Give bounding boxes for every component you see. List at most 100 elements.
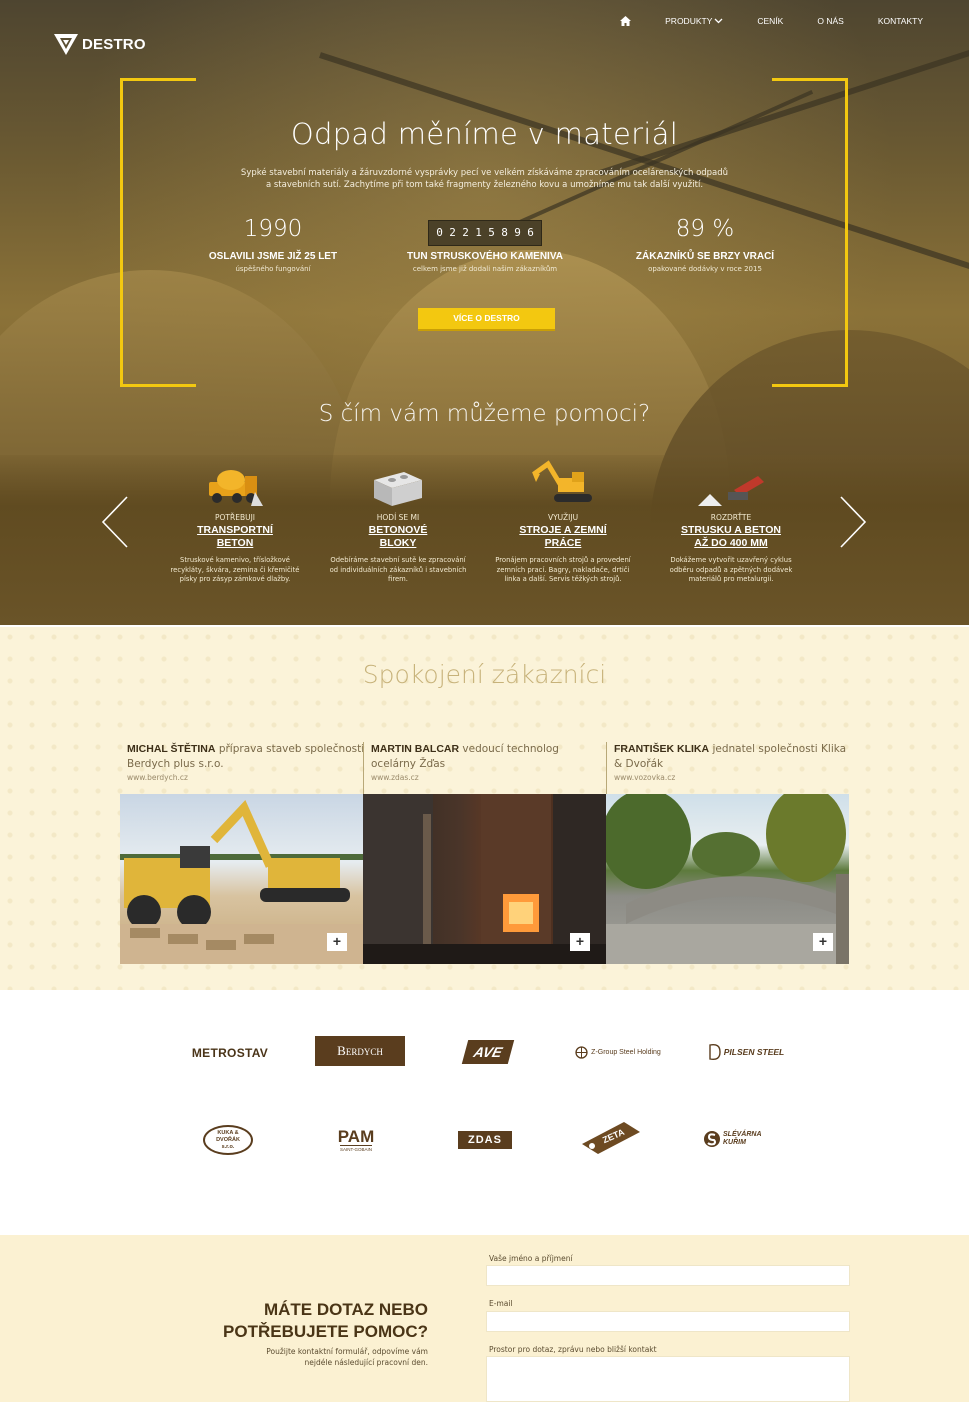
contact-heading-line2: POTŘEBUJETE POMOC? (223, 1322, 428, 1341)
service-name-line2: BLOKY (379, 537, 417, 549)
expand-photo-button[interactable]: + (327, 933, 347, 951)
logo-zgroup[interactable]: Z-Group Steel Holding (568, 1044, 668, 1060)
nav-contacts[interactable]: KONTAKTY (878, 16, 923, 26)
counter-digit: 9 (514, 226, 521, 239)
email-field-label: E-mail (489, 1299, 513, 1308)
more-about-button[interactable]: VÍCE O DESTRO (418, 308, 555, 329)
logo-pam-subtext: SAINT-GOBAIN (339, 1145, 372, 1152)
stat-years-label: OSLAVILI JSME JIŽ 25 LET (208, 251, 338, 262)
logo-pilsen-steel[interactable]: PILSEN STEEL (705, 1040, 787, 1064)
nav-pricing[interactable]: CENÍK (757, 16, 783, 26)
service-name[interactable]: BETONOVÉ BLOKY (323, 524, 473, 550)
brand-name: DESTRO (82, 35, 146, 53)
stat-tons-note: celkem jsme již dodali našim zákazníkům (412, 265, 558, 273)
service-concrete-blocks[interactable]: HODÍ SE MI BETONOVÉ BLOKY Odebíráme stav… (323, 458, 473, 585)
service-name-line2: AŽ DO 400 mm (694, 537, 768, 549)
logo-zdas[interactable]: ZDAS (458, 1131, 512, 1149)
logo-zeta[interactable]: ZETA (580, 1118, 642, 1158)
logo-ave[interactable]: AVE (461, 1040, 515, 1064)
service-desc: Dokážeme vytvořit uzavřený cyklus odběru… (669, 556, 793, 583)
contact-text-line1: Použijte kontaktní formulář, odpovíme vá… (266, 1347, 428, 1356)
service-crushing[interactable]: ROZDRŤTE STRUSKU A BETON AŽ DO 400 mm Do… (656, 458, 806, 585)
testimonial-name: MARTIN BALCAR (371, 743, 460, 755)
testimonial-photo-paving[interactable]: + (606, 794, 849, 964)
hero-section: DESTRO PRODUKTY CENÍK O NÁS KONTAKTY Odp… (0, 0, 969, 625)
hero-subtitle: Sypké stavební materiály a žáruvzdorné v… (230, 167, 739, 191)
service-name[interactable]: TRANSPORTNÍ BETON (160, 524, 310, 550)
nav-products-label: PRODUKTY (665, 16, 713, 26)
service-pre: HODÍ SE MI (376, 513, 420, 522)
service-name-line2: PRÁCE (544, 537, 582, 549)
concrete-block-icon (323, 458, 473, 508)
service-machines[interactable]: VYUŽIJU STROJE A ZEMNÍ PRÁCE Pronájem pr… (488, 458, 638, 585)
pilsen-emblem-icon (709, 1043, 721, 1061)
stat-returning-label: ZÁKAZNÍKŮ SE BRZY VRACÍ (635, 251, 775, 262)
zgroup-globe-icon (575, 1045, 588, 1059)
carousel-next-arrow-icon[interactable] (839, 496, 867, 548)
logo-kuka-dvorak[interactable]: KUKA & DVOŘÁK s.r.o. (203, 1125, 253, 1155)
nav-about[interactable]: O NÁS (817, 16, 843, 26)
nav-products[interactable]: PRODUKTY (665, 16, 723, 26)
email-field[interactable] (486, 1311, 850, 1332)
message-field-label: Prostor pro dotaz, zprávu nebo bližší ko… (489, 1345, 657, 1354)
main-nav: PRODUKTY CENÍK O NÁS KONTAKTY (620, 16, 923, 26)
service-transport-concrete[interactable]: POTŘEBUJI TRANSPORTNÍ BETON Struskové ka… (160, 458, 310, 585)
testimonial-url[interactable]: www.berdych.cz (127, 773, 370, 782)
nav-home[interactable] (620, 16, 632, 26)
hero-title: Odpad měníme v materiál (290, 117, 679, 151)
logo-berdych[interactable]: Berdych (315, 1036, 405, 1066)
testimonial-who: MARTIN BALCAR vedoucí technolog ocelárny… (371, 742, 606, 772)
counter-digit: 2 (449, 226, 456, 239)
message-field[interactable] (486, 1356, 850, 1402)
crusher-icon (656, 458, 806, 508)
help-section-title: S čím vám můžeme pomoci? (318, 401, 651, 427)
hero-subtitle-line2: a stavebních sutí. Zachytíme při tom tak… (265, 180, 704, 190)
stat-years-value: 1990 (243, 216, 303, 242)
hero-subtitle-line1: Sypké stavební materiály a žáruvzdorné v… (240, 168, 729, 178)
counter-digit: 0 (436, 226, 443, 239)
logo-slevarna-kurim[interactable]: SLÉVÁRNA KUŘIM (702, 1127, 774, 1151)
name-field[interactable] (486, 1265, 850, 1286)
expand-photo-button[interactable]: + (813, 933, 833, 951)
service-pre: POTŘEBUJI (214, 513, 256, 522)
chevron-down-icon (714, 18, 723, 24)
stat-returning: 89 % ZÁKAZNÍKŮ SE BRZY VRACÍ opakované d… (610, 213, 800, 273)
brand-logo[interactable]: DESTRO (53, 31, 153, 57)
destro-logo-icon (54, 34, 78, 55)
partner-logos-section: METROSTAV Berdych AVE Z-Group Steel Hold… (0, 990, 969, 1235)
testimonial-photo-construction[interactable]: + (120, 794, 363, 964)
testimonial-url[interactable]: www.vozovka.cz (614, 773, 849, 782)
name-field-label: Vaše jméno a příjmení (489, 1254, 573, 1263)
carousel-prev-arrow-icon[interactable] (101, 496, 129, 548)
contact-heading: MÁTE DOTAZ NEBO POTŘEBUJETE POMOC? (223, 1299, 428, 1343)
counter-digit: 1 (475, 226, 482, 239)
service-name[interactable]: STROJE A ZEMNÍ PRÁCE (488, 524, 638, 550)
counter-digit: 6 (527, 226, 534, 239)
logo-metrostav[interactable]: METROSTAV (175, 1042, 285, 1064)
stat-tons-counter-wrap: 0 2 2 1 5 8 9 6 (390, 213, 580, 246)
logo-metrostav-text: METROSTAV (191, 1046, 269, 1060)
logo-pilsen-text: PILSEN STEEL (723, 1047, 785, 1057)
service-name-line1: TRANSPORTNÍ (197, 524, 273, 536)
logo-ave-text: AVE (471, 1044, 505, 1060)
testimonials-title: Spokojení zákazníci (362, 660, 607, 689)
expand-photo-button[interactable]: + (570, 933, 590, 951)
service-pre: VYUŽIJU (547, 513, 579, 522)
tons-counter: 0 2 2 1 5 8 9 6 (428, 220, 542, 246)
logo-pam[interactable]: PAM SAINT-GOBAIN (325, 1125, 387, 1155)
logo-berdych-text: Berdych (337, 1043, 383, 1058)
logo-slevarna-text: SLÉVÁRNA KUŘIM (723, 1131, 762, 1146)
contact-text: Použijte kontaktní formulář, odpovíme vá… (228, 1347, 428, 1368)
testimonial-url[interactable]: www.zdas.cz (371, 773, 606, 782)
logo-zdas-text: ZDAS (468, 1134, 502, 1146)
service-desc: Struskové kamenivo, třísložkové recyklát… (170, 556, 300, 583)
testimonial-photo-steelworks[interactable]: + (363, 794, 606, 964)
testimonial-who: FRANTIŠEK KLIKA jednatel společnosti Kli… (614, 742, 849, 772)
service-name[interactable]: STRUSKU A BETON AŽ DO 400 mm (656, 524, 806, 550)
stat-years: 1990 OSLAVILI JSME JIŽ 25 LET úspěšného … (178, 213, 368, 273)
concrete-mixer-icon (160, 458, 310, 508)
stat-returning-value: 89 % (675, 216, 735, 242)
testimonial-who: MICHAL ŠTĚTINA příprava staveb společnos… (127, 742, 370, 772)
stat-tons: 0 2 2 1 5 8 9 6 TUN STRUSKOVÉHO KAMENIVA… (390, 213, 580, 273)
testimonial-card: FRANTIŠEK KLIKA jednatel společnosti Kli… (606, 742, 849, 798)
